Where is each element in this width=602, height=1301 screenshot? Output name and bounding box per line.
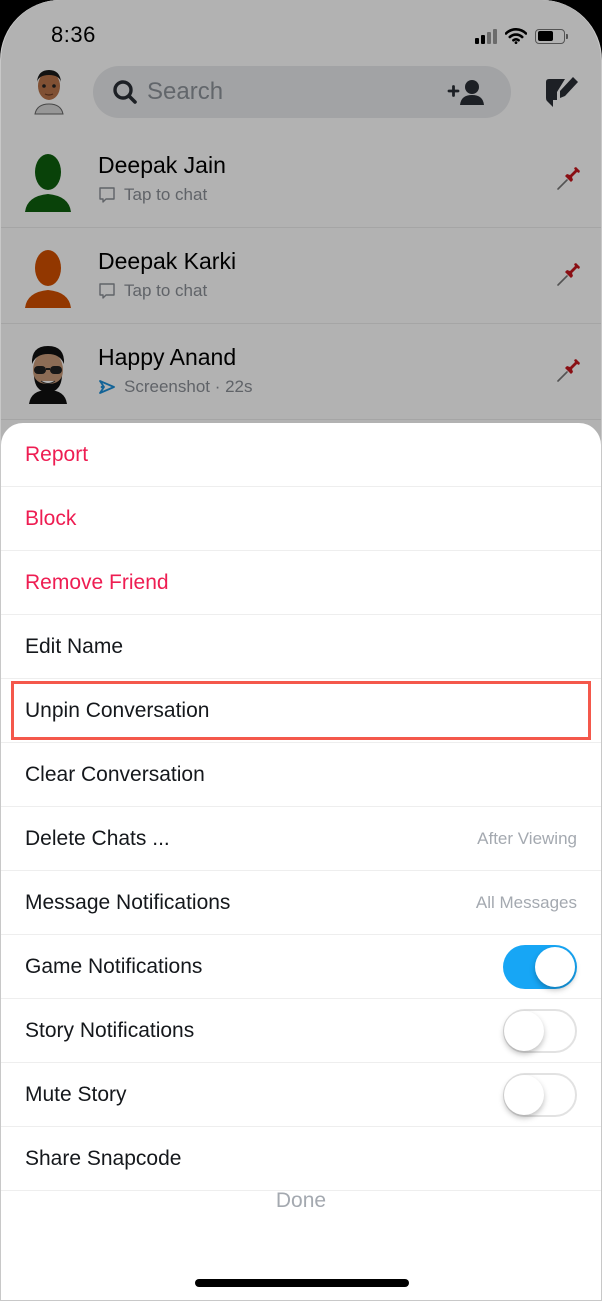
menu-item-remove-friend[interactable]: Remove Friend: [1, 551, 601, 615]
menu-item-label: Edit Name: [25, 634, 124, 658]
toggle-switch[interactable]: [503, 1072, 577, 1117]
menu-item-mute-story[interactable]: Mute Story: [1, 1063, 601, 1127]
toggle-switch[interactable]: [503, 1008, 577, 1053]
menu-item-share-snapcode[interactable]: Share Snapcode: [1, 1127, 601, 1191]
menu-item-label: Report: [25, 442, 89, 466]
menu-item-label: Delete Chats ...: [25, 826, 170, 850]
phone-screen: 8:36 Search Deepak Jain Tap to chat Deep…: [0, 0, 602, 1301]
toggle-knob: [504, 1010, 544, 1051]
menu-item-label: Story Notifications: [25, 1018, 195, 1042]
menu-item-label: Mute Story: [25, 1082, 127, 1106]
done-button[interactable]: Done: [1, 1189, 601, 1213]
toggle-knob: [535, 946, 575, 987]
menu-item-value: After Viewing: [477, 828, 577, 848]
menu-item-label: Message Notifications: [25, 890, 231, 914]
menu-item-label: Share Snapcode: [25, 1146, 182, 1170]
menu-item-message-notifications[interactable]: Message Notifications All Messages: [1, 871, 601, 935]
menu-item-label: Clear Conversation: [25, 762, 205, 786]
action-sheet: Report Block Remove Friend Edit Name Unpin C…: [1, 423, 601, 1300]
menu-item-label: Unpin Conversation: [25, 698, 210, 722]
menu-item-story-notifications[interactable]: Story Notifications: [1, 999, 601, 1063]
menu-item-label: Block: [25, 506, 77, 530]
menu-item-value: All Messages: [475, 892, 577, 912]
menu-item-label: Remove Friend: [25, 570, 169, 594]
menu-item-block[interactable]: Block: [1, 487, 601, 551]
menu-item-delete-chats[interactable]: Delete Chats ... After Viewing: [1, 807, 601, 871]
menu-item-unpin-conversation[interactable]: Unpin Conversation: [1, 679, 601, 743]
menu-item-label: Game Notifications: [25, 954, 203, 978]
toggle-switch[interactable]: [503, 944, 577, 989]
menu-item-game-notifications[interactable]: Game Notifications: [1, 935, 601, 999]
menu-item-report[interactable]: Report: [1, 423, 601, 487]
menu-item-edit-name[interactable]: Edit Name: [1, 615, 601, 679]
menu-item-clear-conversation[interactable]: Clear Conversation: [1, 743, 601, 807]
home-indicator[interactable]: [195, 1279, 409, 1287]
toggle-knob: [504, 1074, 544, 1115]
